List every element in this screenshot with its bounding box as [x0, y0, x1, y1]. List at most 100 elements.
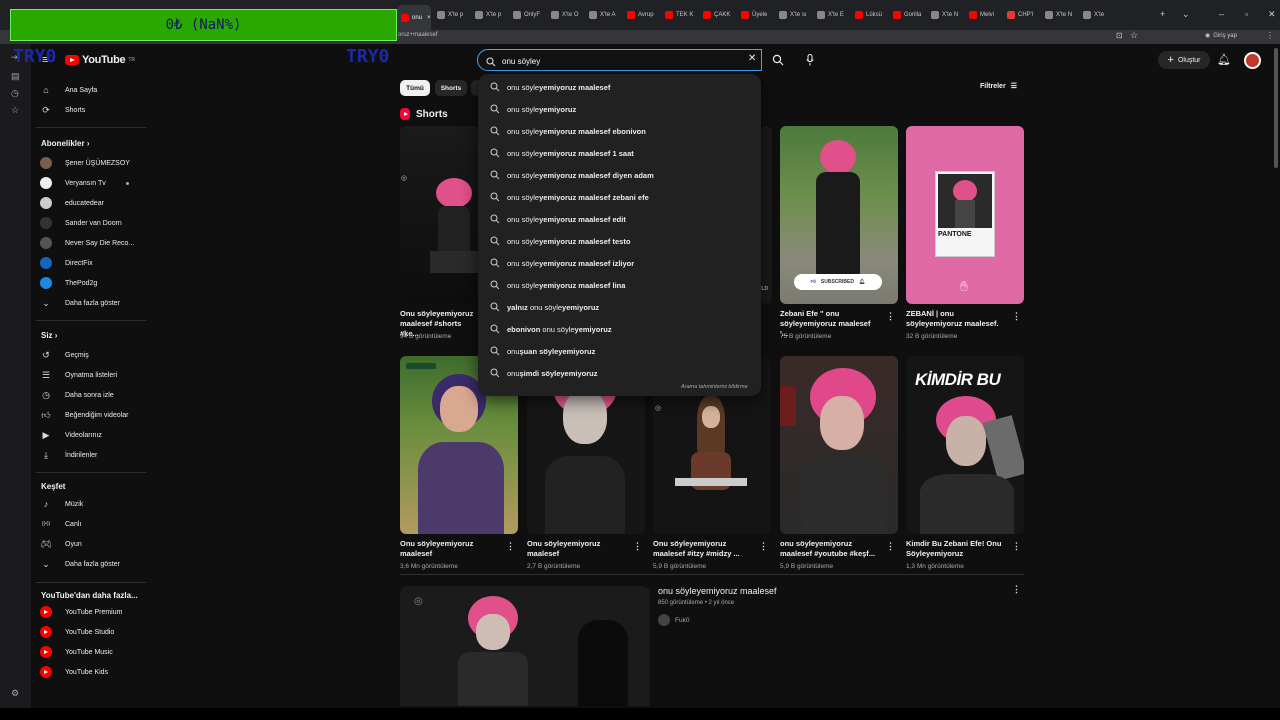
short-title[interactable]: onu söyleyemiyoruz maalesef #youtube #ke…: [780, 539, 880, 559]
page-scrollbar[interactable]: [1274, 48, 1278, 168]
sidebar-item-explore[interactable]: 🎮︎ Oyun: [40, 536, 81, 552]
search-suggestion[interactable]: onu söyle yemiyoruz maalesef 1 saat: [490, 146, 634, 160]
sidebar-subscription-item[interactable]: educatedear: [40, 195, 104, 211]
install-app-icon[interactable]: ⊡: [1116, 31, 1123, 40]
sidebar-item-you[interactable]: ☰ Oynatma listeleri: [40, 367, 117, 383]
sidebar-item-you[interactable]: ↺ Geçmiş: [40, 347, 89, 363]
sidebar-item-you[interactable]: ▶ Videolarınız: [40, 427, 102, 443]
sidebar-item-youtube-app[interactable]: YouTube Kids: [40, 664, 108, 680]
search-suggestion[interactable]: onu söyle yemiyoruz maalesef lina: [490, 278, 625, 292]
search-suggestion[interactable]: onu söyle yemiyoruz maalesef ebonivon: [490, 124, 646, 138]
more-options-icon[interactable]: ⋮: [886, 311, 895, 322]
bookmark-star-icon[interactable]: ☆: [1130, 30, 1138, 41]
reading-list-icon[interactable]: ▤: [11, 71, 21, 81]
browser-tab[interactable]: Gorilla: [893, 7, 929, 23]
browser-tab[interactable]: X'te N: [1045, 7, 1081, 23]
more-options-icon[interactable]: ⋮: [1012, 584, 1021, 595]
short-thumbnail[interactable]: 👍︎ SUBSCRIBED 🔔︎: [780, 126, 898, 304]
sidebar-item-youtube-app[interactable]: YouTube Premium: [40, 604, 122, 620]
report-suggestions-link[interactable]: Arama tahminlerini bildirme: [681, 384, 748, 390]
close-tab-icon[interactable]: ×: [427, 15, 431, 21]
search-suggestion[interactable]: onu söyle yemiyoruz maalesef: [490, 80, 610, 94]
browser-tab[interactable]: Avrup: [627, 7, 663, 23]
search-suggestion[interactable]: onu söyle yemiyoruz maalesef edit: [490, 212, 626, 226]
sidebar-subscription-item[interactable]: Sander van Doorn: [40, 215, 122, 231]
more-options-icon[interactable]: ⋮: [1012, 311, 1021, 322]
video-title[interactable]: onu söyleyemiyoruz maalesef: [658, 586, 777, 596]
search-suggestion[interactable]: onu şuan söyleyemiyoruz: [490, 344, 595, 358]
search-suggestion[interactable]: onu söyle yemiyoruz maalesef testo: [490, 234, 630, 248]
history-panel-icon[interactable]: ◷: [11, 88, 21, 98]
create-button[interactable]: + Oluştur: [1158, 51, 1210, 69]
short-title[interactable]: Onu söyleyemiyoruz maalesef: [527, 539, 627, 559]
browser-tab[interactable]: Üyele: [741, 7, 777, 23]
chip-shorts[interactable]: Shorts: [435, 80, 467, 96]
sidebar-item-youtube-app[interactable]: YouTube Music: [40, 644, 113, 660]
short-thumbnail-partial[interactable]: ILD: [760, 126, 772, 304]
account-avatar[interactable]: [1244, 52, 1261, 69]
active-tab[interactable]: onu ×: [397, 5, 431, 30]
sidebar-subscription-item[interactable]: DirectFix: [40, 255, 93, 271]
short-thumbnail[interactable]: ◎: [400, 126, 480, 304]
search-suggestion[interactable]: onu söyle yemiyoruz maalesef zebani efe: [490, 190, 649, 204]
minimize-icon[interactable]: –: [1219, 9, 1224, 19]
sidebar-item-explore[interactable]: ((•)) Canlı: [40, 516, 82, 532]
search-button[interactable]: [762, 49, 792, 71]
short-title[interactable]: Onu söyleyemiyoruz maalesef: [400, 539, 500, 559]
sidebar-item-you[interactable]: ◷ Daha sonra izle: [40, 387, 114, 403]
short-thumbnail[interactable]: PANTONE ✋︎: [906, 126, 1024, 304]
browser-tab[interactable]: OnlyF: [513, 7, 549, 23]
browser-tab[interactable]: CHP'l: [1007, 7, 1043, 23]
bookmarks-panel-icon[interactable]: ☆: [11, 105, 21, 115]
sidebar-subscription-item[interactable]: Şener ÜŞÜMEZSOY: [40, 155, 130, 171]
browser-tab[interactable]: X'te p: [475, 7, 511, 23]
short-thumbnail[interactable]: KİMDİR BU: [906, 356, 1024, 534]
panel-settings-icon[interactable]: ⚙: [11, 688, 21, 698]
search-suggestion[interactable]: yalnız onu söyle yemiyoruz: [490, 300, 599, 314]
browser-tab[interactable]: X'te N: [931, 7, 967, 23]
browser-menu-icon[interactable]: ⋮: [1266, 31, 1274, 40]
sidebar-item-explore[interactable]: ♪ Müzik: [40, 496, 84, 512]
more-options-icon[interactable]: ⋮: [1012, 541, 1021, 552]
browser-tab[interactable]: ÇAKK: [703, 7, 739, 23]
sidebar-item-you[interactable]: 👍︎ Beğendiğim videolar: [40, 407, 128, 423]
search-suggestion[interactable]: onu şimdi söyleyemiyoruz: [490, 366, 597, 380]
tab-search-icon[interactable]: ⌄: [1182, 9, 1190, 20]
sidebar-subscription-item[interactable]: Veryansın Tv: [40, 175, 129, 191]
search-suggestion[interactable]: onu söyle yemiyoruz maalesef diyen adam: [490, 168, 654, 182]
sidebar-item-home[interactable]: ⌂ Ana Sayfa: [40, 82, 97, 98]
search-input[interactable]: [502, 55, 742, 67]
video-thumbnail[interactable]: ◎: [400, 586, 650, 706]
sidebar-item-you[interactable]: ⤓ İndirilenler: [40, 447, 97, 463]
youtube-logo[interactable]: YouTube TR: [65, 54, 135, 66]
sign-in-button[interactable]: ◉ Giriş yap: [1205, 32, 1237, 40]
more-options-icon[interactable]: ⋮: [759, 541, 768, 552]
voice-search-button[interactable]: [800, 50, 820, 70]
browser-tab[interactable]: Melvi: [969, 7, 1005, 23]
browser-tab[interactable]: X'te p: [437, 7, 473, 23]
search-suggestion[interactable]: onu söyle yemiyoruz maalesef izliyor: [490, 256, 634, 270]
browser-tab[interactable]: X'te O: [551, 7, 587, 23]
notifications-bell-icon[interactable]: 🔔︎: [1217, 53, 1231, 66]
browser-tab[interactable]: X'te A: [589, 7, 625, 23]
new-tab-icon[interactable]: +: [1160, 9, 1165, 19]
sidebar-item-youtube-app[interactable]: YouTube Studio: [40, 624, 114, 640]
browser-tab[interactable]: TEK K: [665, 7, 701, 23]
subscriptions-heading[interactable]: Abonelikler ›: [41, 139, 89, 148]
short-title[interactable]: ZEBANİ | onu söyleyemiyoruz maalesef.: [906, 309, 1006, 329]
chip-all[interactable]: Tümü: [400, 80, 430, 96]
browser-tab[interactable]: X'te E: [817, 7, 853, 23]
more-options-icon[interactable]: ⋮: [506, 541, 515, 552]
short-title[interactable]: Onu söyleyemiyoruz maalesef #itzy #midzy…: [653, 539, 753, 559]
search-suggestion[interactable]: onu söyle yemiyoruz: [490, 102, 576, 116]
short-title[interactable]: Kimdir Bu Zebani Efe! Onu Söyleyemiyoruz: [906, 539, 1006, 559]
clear-search-icon[interactable]: ✕: [748, 53, 756, 64]
browser-tab[interactable]: X'te sı: [779, 7, 815, 23]
sidebar-subscription-item[interactable]: ThePod2g: [40, 275, 97, 291]
more-options-icon[interactable]: ⋮: [633, 541, 642, 552]
browser-tab[interactable]: X'te: [1083, 7, 1119, 23]
you-heading[interactable]: Siz ›: [41, 331, 57, 340]
url-text[interactable]: oruz+maalesef: [398, 32, 438, 38]
video-channel[interactable]: Fuk0: [658, 614, 689, 626]
browser-tab[interactable]: Lüksü: [855, 7, 891, 23]
